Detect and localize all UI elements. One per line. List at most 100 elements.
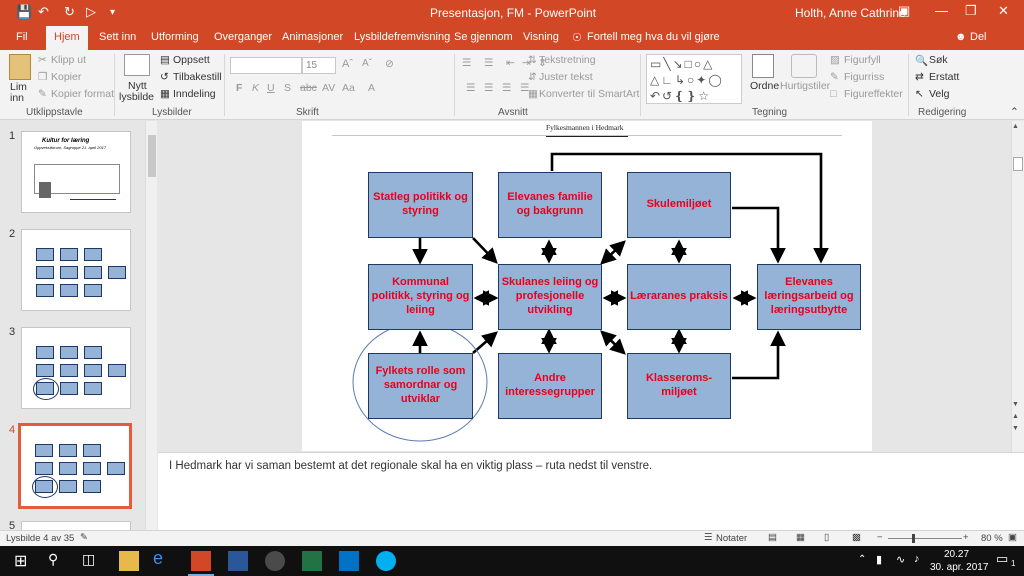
box-statleg-politikk[interactable]: Statleg politikk og styring bbox=[368, 172, 473, 238]
slide-thumbnail-4[interactable] bbox=[18, 423, 132, 509]
next-slide-icon[interactable]: ▼ bbox=[1012, 425, 1019, 432]
quick-styles-icon[interactable] bbox=[791, 54, 817, 78]
numbering-icon[interactable]: ☰ bbox=[484, 57, 493, 69]
font-color-icon[interactable]: A bbox=[368, 82, 375, 94]
new-slide-label-2[interactable]: lysbilde bbox=[119, 91, 154, 103]
editor-scrollbar[interactable]: ▲ ▼ ▲ ▼ bbox=[1011, 121, 1024, 452]
box-skulanes-leiing[interactable]: Skulanes leiing og profesjonelle utvikli… bbox=[498, 264, 602, 330]
tab-view[interactable]: Visning bbox=[523, 31, 559, 43]
clear-format-icon[interactable]: ⊘ bbox=[385, 58, 394, 70]
indent-icon[interactable]: ⇤ bbox=[506, 57, 515, 69]
task-view-icon[interactable]: ◫ bbox=[82, 551, 102, 571]
tab-animations[interactable]: Animasjoner bbox=[282, 31, 343, 43]
notes-button[interactable]: Notater bbox=[716, 533, 747, 544]
align-right-icon[interactable]: ☰ bbox=[502, 82, 511, 94]
tab-transitions[interactable]: Overganger bbox=[214, 31, 272, 43]
slide-thumbnail-5[interactable] bbox=[21, 521, 131, 530]
font-size-dropdown[interactable]: 15 bbox=[302, 57, 336, 74]
save-icon[interactable]: 💾 bbox=[16, 4, 32, 20]
box-andre-interessegrupper[interactable]: Andre interessegrupper bbox=[498, 353, 602, 419]
zoom-level[interactable]: 80 % bbox=[981, 533, 1003, 544]
align-left-icon[interactable]: ☰ bbox=[466, 82, 475, 94]
tab-file[interactable]: Fil bbox=[16, 31, 28, 43]
tell-me-search[interactable]: Fortell meg hva du vil gjøre bbox=[587, 31, 720, 43]
grow-font-icon[interactable]: Aˆ bbox=[342, 58, 353, 70]
close-icon[interactable]: ✕ bbox=[998, 3, 1009, 19]
ribbon-display-icon[interactable]: ▣ bbox=[898, 3, 910, 19]
scroll-up-icon[interactable]: ▲ bbox=[1012, 123, 1019, 130]
undo-icon[interactable]: ↶ bbox=[38, 4, 49, 20]
text-direction-button[interactable]: Tekstretning bbox=[539, 54, 596, 66]
cut-icon[interactable]: ✂ bbox=[38, 54, 47, 66]
customize-toolbar-icon[interactable]: ▾ bbox=[110, 7, 115, 18]
share-button[interactable]: Del bbox=[970, 31, 987, 43]
fit-slide-icon[interactable]: ▣ bbox=[1008, 532, 1017, 543]
start-from-beginning-icon[interactable]: ▷ bbox=[86, 4, 96, 20]
outlook-icon[interactable] bbox=[339, 551, 359, 571]
tab-slideshow[interactable]: Lysbildefremvisning bbox=[354, 31, 450, 43]
shadow-icon[interactable]: S bbox=[284, 82, 291, 94]
shape-effects-icon[interactable]: □ bbox=[830, 88, 836, 100]
collapse-ribbon-icon[interactable]: ⌃ bbox=[1010, 106, 1019, 118]
box-kommunal-politikk[interactable]: Kommunal politikk, styring og leiing bbox=[368, 264, 473, 330]
shape-outline-icon[interactable]: ✎ bbox=[830, 71, 839, 83]
clock-time[interactable]: 20.27 bbox=[944, 549, 969, 560]
skype-icon[interactable] bbox=[376, 551, 396, 571]
shape-effects-button[interactable]: Figureffekter bbox=[844, 88, 903, 100]
tab-design[interactable]: Utforming bbox=[151, 31, 199, 43]
action-center-icon[interactable]: ▭ bbox=[996, 551, 1008, 567]
paste-label-2[interactable]: inn bbox=[10, 92, 24, 104]
search-icon[interactable]: ⚲ bbox=[48, 551, 68, 571]
notes-text[interactable]: I Hedmark har vi saman bestemt at det re… bbox=[169, 460, 652, 472]
layout-button[interactable]: Oppsett bbox=[173, 54, 210, 66]
box-fylkets-rolle[interactable]: Fylkets rolle som samordnar og utviklar bbox=[368, 353, 473, 419]
box-klasseromsmiljo[interactable]: Klasseroms-miljøet bbox=[627, 353, 731, 419]
new-slide-icon[interactable] bbox=[124, 54, 150, 76]
quick-styles-button[interactable]: Hurtigstiler bbox=[780, 80, 830, 92]
box-elevanes-laering[interactable]: Elevanes læringsarbeid og læringsutbytte bbox=[757, 264, 861, 330]
box-skulemiljo[interactable]: Skulemiljøet bbox=[627, 172, 731, 238]
shrink-font-icon[interactable]: Aˇ bbox=[362, 58, 372, 69]
shape-outline-button[interactable]: Figurriss bbox=[844, 71, 884, 83]
spellcheck-icon[interactable]: ✎ bbox=[80, 532, 88, 543]
volume-icon[interactable]: ♪ bbox=[914, 553, 920, 565]
slide-thumbnail-2[interactable] bbox=[21, 229, 131, 311]
replace-button[interactable]: Erstatt bbox=[929, 71, 959, 83]
align-center-icon[interactable]: ☰ bbox=[484, 82, 493, 94]
change-case-icon[interactable]: Aa bbox=[342, 82, 355, 94]
notes-pane[interactable]: I Hedmark har vi saman bestemt at det re… bbox=[158, 452, 1024, 530]
strikethrough-icon[interactable]: abc bbox=[300, 82, 317, 94]
normal-view-icon[interactable]: ▤ bbox=[768, 532, 777, 543]
reset-button[interactable]: Tilbakestill bbox=[173, 71, 222, 83]
excel-icon[interactable] bbox=[302, 551, 322, 571]
scrollbar-thumb[interactable] bbox=[148, 135, 156, 177]
slideshow-view-icon[interactable]: ▩ bbox=[852, 532, 861, 543]
redo-icon[interactable]: ↻ bbox=[64, 4, 75, 20]
prev-slide-icon[interactable]: ▲ bbox=[1012, 413, 1019, 420]
zoom-out-icon[interactable]: − bbox=[877, 532, 883, 543]
slide-thumbnail-3[interactable] bbox=[21, 327, 131, 409]
zoom-slider[interactable] bbox=[888, 538, 962, 539]
battery-icon[interactable]: ▮ bbox=[876, 553, 882, 566]
word-icon[interactable] bbox=[228, 551, 248, 571]
box-laeraranes-praksis[interactable]: Læraranes praksis bbox=[627, 264, 731, 330]
clock-date[interactable]: 30. apr. 2017 bbox=[930, 562, 988, 573]
layout-icon[interactable]: ▤ bbox=[160, 54, 170, 66]
thumbnail-scrollbar[interactable] bbox=[145, 121, 157, 530]
tab-review[interactable]: Se gjennom bbox=[454, 31, 513, 43]
arrange-icon[interactable] bbox=[752, 54, 774, 78]
smartart-icon[interactable]: ▦ bbox=[528, 88, 538, 100]
paste-icon[interactable] bbox=[9, 54, 31, 80]
shape-fill-button[interactable]: Figurfyll bbox=[844, 54, 881, 66]
windows-start-icon[interactable]: ⊞ bbox=[14, 551, 34, 571]
find-icon[interactable]: 🔍 bbox=[915, 54, 928, 67]
scrollbar-thumb[interactable] bbox=[1013, 157, 1023, 171]
replace-icon[interactable]: ⇄ bbox=[915, 71, 924, 83]
restore-icon[interactable]: ❐ bbox=[965, 3, 977, 19]
shape-fill-icon[interactable]: ▨ bbox=[830, 54, 840, 66]
section-button[interactable]: Inndeling bbox=[173, 88, 216, 100]
notes-icon[interactable]: ☰ bbox=[704, 532, 713, 543]
tab-home[interactable]: Hjem bbox=[46, 26, 88, 50]
copy-button[interactable]: Kopier bbox=[51, 71, 81, 83]
char-spacing-icon[interactable]: AV bbox=[322, 82, 335, 94]
